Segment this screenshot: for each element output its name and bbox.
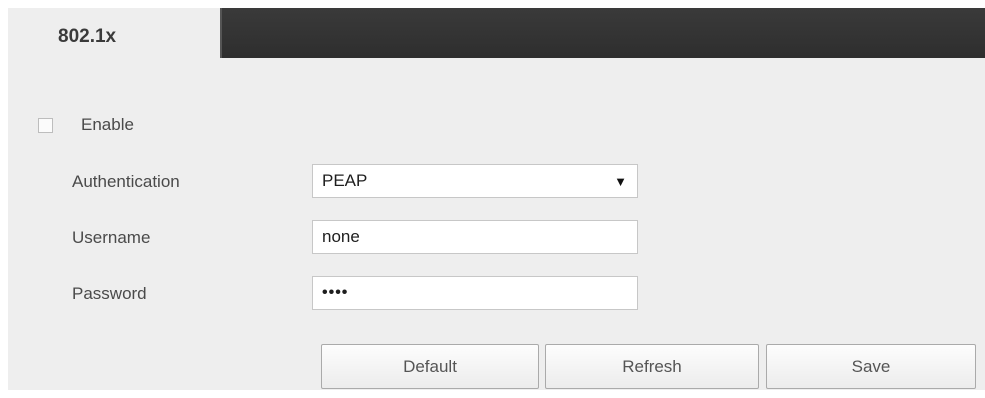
default-button-label: Default: [403, 356, 457, 376]
save-button-label: Save: [851, 356, 891, 376]
enable-row: Enable: [38, 113, 134, 137]
authentication-label: Authentication: [72, 172, 180, 191]
chevron-down-icon: ▼: [614, 173, 627, 189]
tab-label: 802.1x: [58, 26, 117, 47]
username-value: none: [322, 227, 360, 246]
refresh-button[interactable]: Refresh: [545, 344, 759, 389]
username-input[interactable]: none: [312, 220, 638, 254]
password-label: Password: [72, 284, 147, 303]
enable-checkbox[interactable]: [38, 117, 53, 133]
refresh-button-label: Refresh: [622, 356, 682, 376]
save-button[interactable]: Save: [766, 344, 976, 389]
tab-8021x[interactable]: 802.1x: [8, 8, 218, 66]
enable-label: Enable: [81, 115, 134, 134]
authentication-value: PEAP: [322, 171, 368, 190]
tab-bar: 802.1x: [8, 8, 985, 66]
username-label: Username: [72, 228, 151, 247]
authentication-select[interactable]: PEAP ▼: [312, 164, 638, 198]
settings-panel: 802.1x: [8, 8, 985, 390]
password-input[interactable]: ••••: [312, 276, 638, 310]
tab-strip: [220, 8, 985, 58]
password-value: ••••: [322, 284, 349, 301]
default-button[interactable]: Default: [321, 344, 539, 389]
